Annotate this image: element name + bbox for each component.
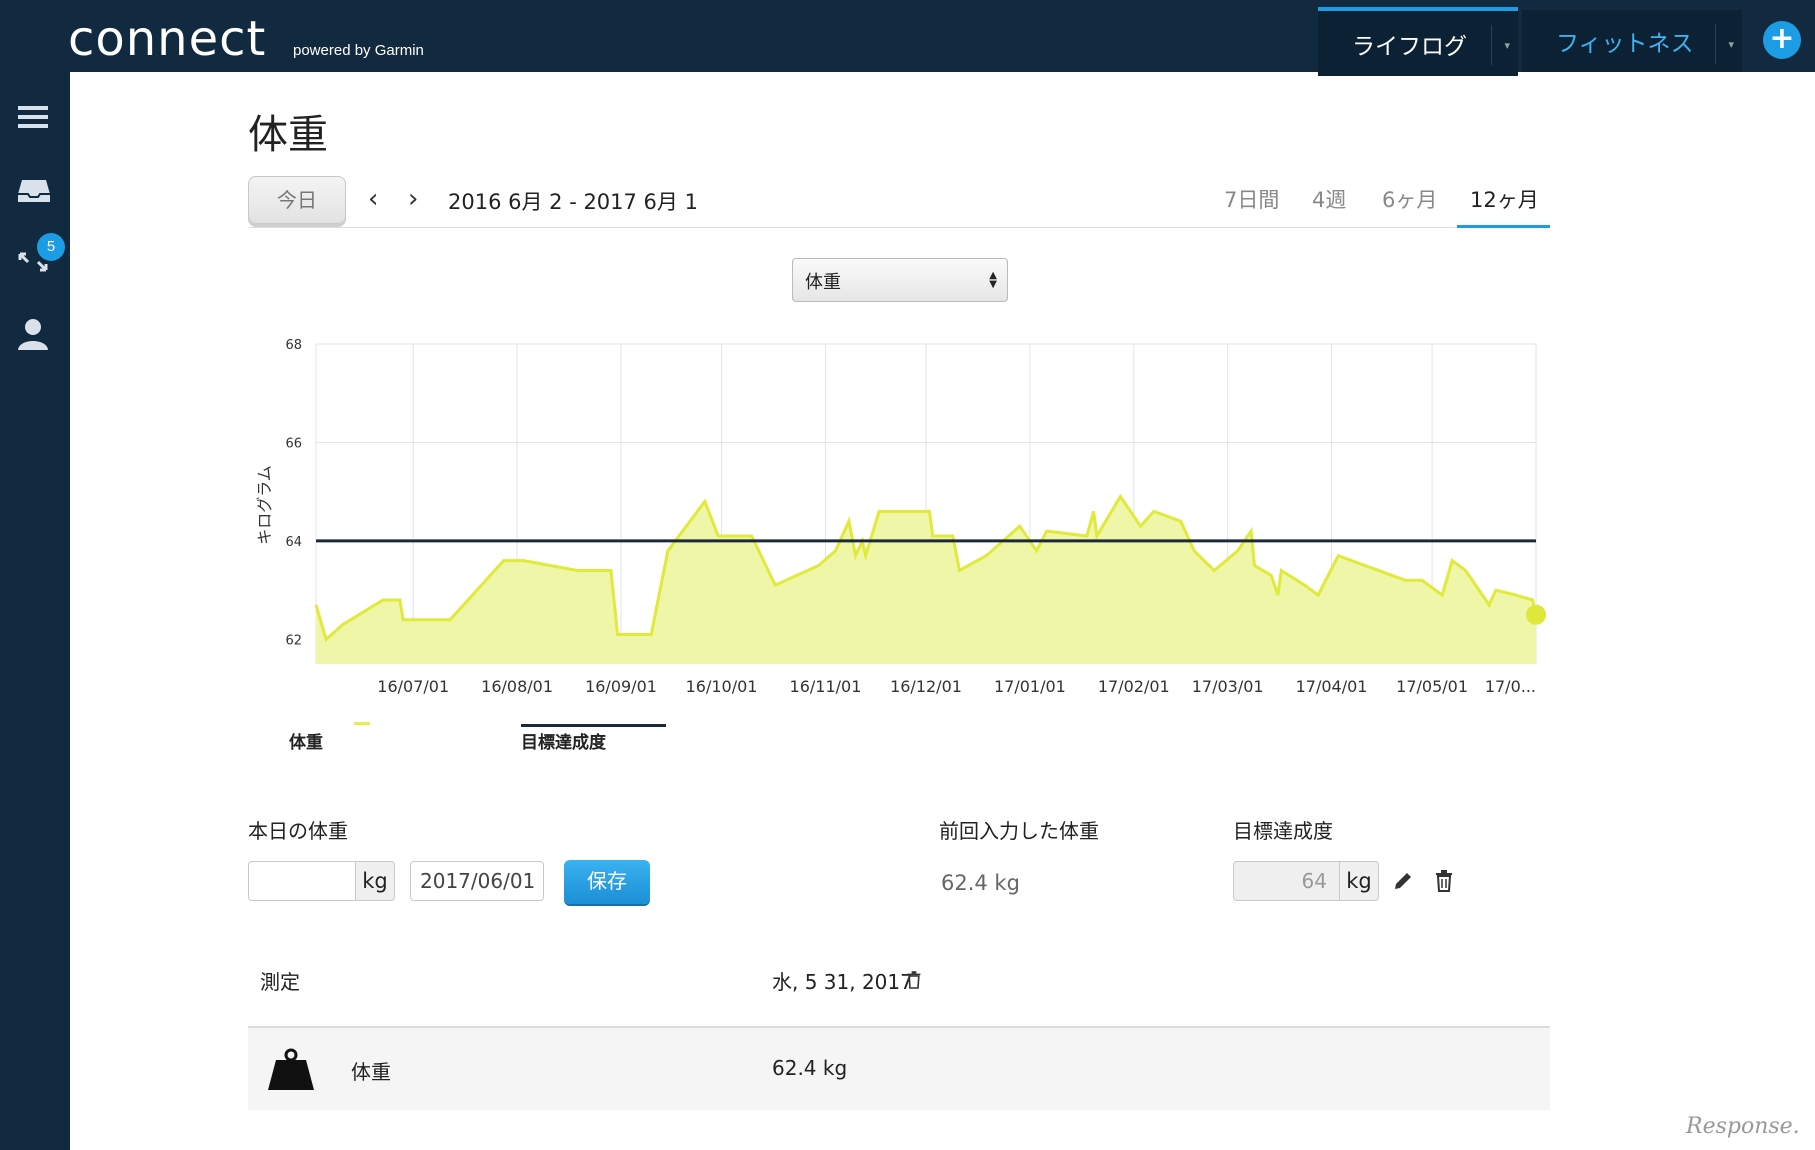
chevron-left-icon[interactable]: ‹ [368,184,378,214]
date-range: 2016 6月 2 - 2017 6月 1 [448,190,698,214]
legend-weight-swatch [354,722,370,725]
add-button[interactable]: + [1763,21,1801,59]
top-bar: connect powered by Garmin ライフログ ▾ フィットネス… [0,0,1815,76]
divider [1491,25,1492,65]
weight-input[interactable] [248,861,356,901]
profile-icon[interactable] [16,316,52,352]
x-tick-label: 17/05/01 [1396,677,1468,696]
weight-chart: キログラム 68666462 16/07/01 16/08/01 16/09/01 1… [255,338,1546,696]
menu-icon[interactable] [16,100,52,136]
y-tick-label: 66 [285,436,302,451]
goal-label: 目標達成度 [1233,819,1333,843]
y-axis-label: キログラム [255,465,274,545]
x-tick-label: 16/07/01 [377,677,449,696]
period-4weeks[interactable]: 4週 [1312,184,1346,214]
active-period-indicator [1457,225,1550,228]
y-tick-label: 62 [285,633,302,648]
watermark: Response. [1686,1114,1800,1139]
period-7days[interactable]: 7日間 [1224,184,1279,214]
weight-area [316,496,1536,664]
row-value: 62.4 kg [772,1056,848,1080]
metric-select[interactable]: 体重 ▲ ▼ [792,258,1008,302]
powered-by-text: powered by Garmin [293,42,424,59]
row-label: 体重 [351,1060,391,1084]
select-arrows-icon: ▲ ▼ [989,270,997,290]
goal-unit: kg [1339,861,1379,901]
tab-fitness[interactable]: フィットネス ▾ [1522,10,1742,72]
trash-icon[interactable] [1434,869,1454,893]
today-button[interactable]: 今日 [248,176,346,224]
legend-goal: 目標達成度 [521,733,606,753]
latest-point[interactable] [1526,604,1546,625]
date-input[interactable]: 2017/06/01 [410,861,544,901]
table-row: 体重 62.4 kg [248,1026,1550,1110]
period-12months[interactable]: 12ヶ月 [1470,184,1539,214]
sidebar: 5 [0,72,70,1150]
trash-icon[interactable] [906,970,922,990]
x-tick-label: 16/09/01 [585,677,657,696]
y-tick-label: 68 [285,338,302,353]
x-tick-label: 17/02/01 [1098,677,1170,696]
inbox-icon[interactable] [16,172,52,208]
tab-lifelog-label: ライフログ [1352,33,1467,60]
legend-weight: 体重 [289,733,323,753]
x-tick-label: 16/08/01 [481,677,553,696]
period-6months[interactable]: 6ヶ月 [1382,184,1437,214]
last-weight-label: 前回入力した体重 [939,819,1099,843]
legend-goal-swatch [521,724,666,727]
x-tick-label: 16/10/01 [686,677,758,696]
save-button[interactable]: 保存 [564,860,650,904]
scale-weight-icon [268,1048,314,1090]
page-title: 体重 [248,112,328,158]
measure-date: 水, 5 31, 2017 [772,970,913,994]
x-tick-label: 17/04/01 [1296,677,1368,696]
chevron-down-icon[interactable]: ▾ [1504,39,1510,52]
edit-icon[interactable] [1392,870,1414,892]
last-weight-value: 62.4 kg [941,871,1020,895]
x-tick-label: 17/03/01 [1192,677,1264,696]
x-tick-label: 17/0... [1485,677,1536,696]
y-axis-ticks: 68 66 64 62 [285,338,302,648]
chevron-down-icon[interactable]: ▾ [1728,38,1734,51]
connect-logo[interactable]: connect [68,10,266,68]
x-axis-ticks: 16/07/01 16/08/01 16/09/01 16/10/01 16/11/01… [377,677,1536,696]
tab-lifelog[interactable]: ライフログ ▾ [1318,7,1518,76]
measure-header: 測定 [260,970,300,994]
x-tick-label: 16/12/01 [890,677,962,696]
x-tick-label: 17/01/01 [994,677,1066,696]
divider [1715,24,1716,64]
x-tick-label: 16/11/01 [790,677,862,696]
tab-fitness-label: フィットネス [1556,31,1694,57]
notification-badge: 5 [37,233,65,261]
goal-input[interactable]: 64 [1233,861,1340,901]
chevron-right-icon[interactable]: › [408,184,418,214]
y-tick-label: 64 [285,535,302,550]
divider [248,227,1550,228]
today-weight-label: 本日の体重 [248,819,348,843]
metric-select-value: 体重 [805,272,841,293]
weight-unit: kg [355,861,395,901]
